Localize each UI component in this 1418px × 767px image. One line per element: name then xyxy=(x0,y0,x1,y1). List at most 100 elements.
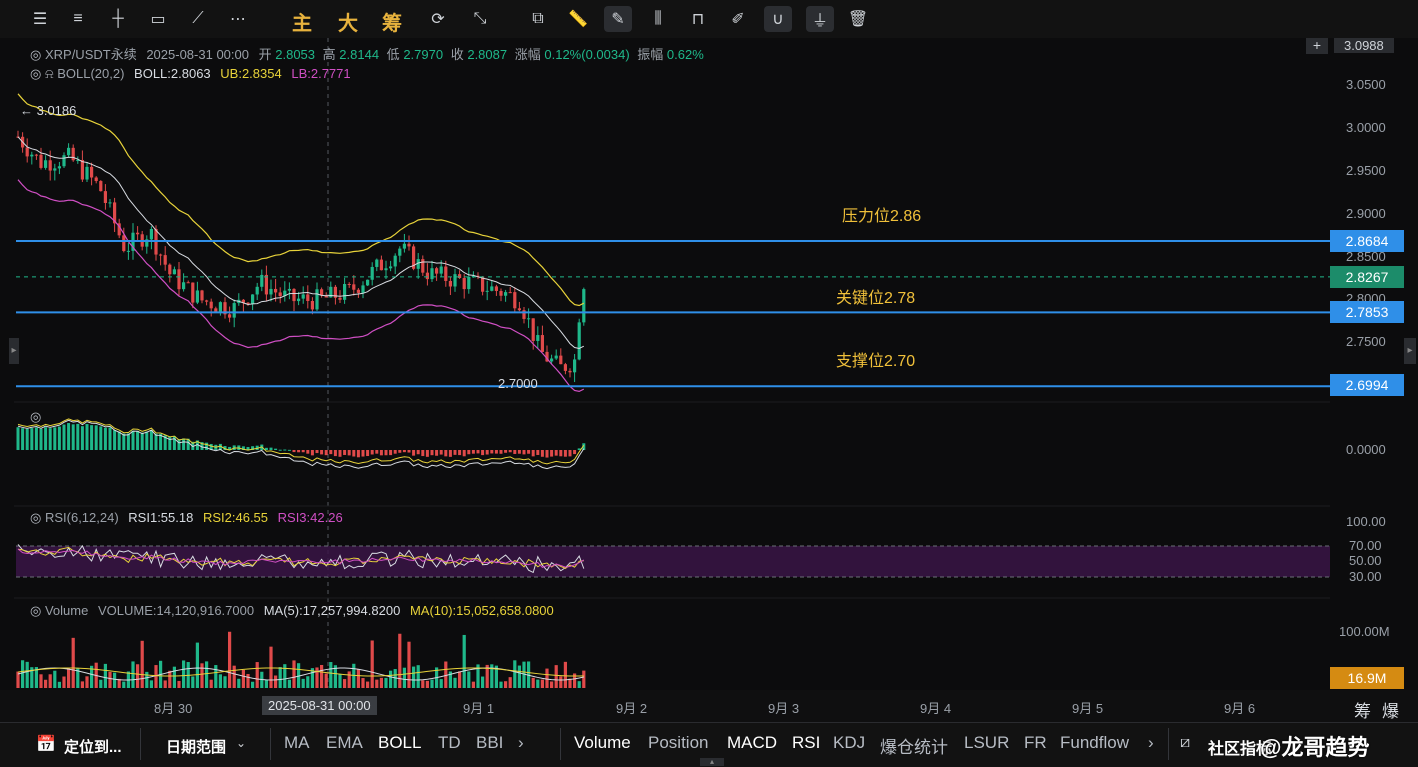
boll-lb-value: LB:2.7771 xyxy=(291,66,351,81)
expand-handle-icon[interactable]: ▴ xyxy=(700,758,724,766)
tab-ema[interactable]: EMA xyxy=(326,733,363,753)
volume-bar xyxy=(274,675,278,688)
horizontal-line-icon[interactable]: ┼ xyxy=(104,6,132,32)
volume-ma10: MA(10):15,052,658.0800 xyxy=(409,603,554,618)
volume-legend[interactable]: ◎ Volume VOLUME:14,120,916.7000 MA(5):17… xyxy=(30,603,554,619)
calendar-icon[interactable]: 📅 xyxy=(36,734,56,754)
boll-legend[interactable]: ◎ ⍾ BOLL(20,2) BOLL:2.8063 UB:2.8354 LB:… xyxy=(30,66,351,82)
tab-boll[interactable]: BOLL xyxy=(378,733,421,753)
indicator-icon[interactable]: ⧄ xyxy=(1180,734,1190,752)
volume-bar xyxy=(425,680,429,688)
eye-icon[interactable]: ◎ xyxy=(30,47,45,62)
filter-icon[interactable]: ⏚ xyxy=(806,6,834,32)
chart-canvas[interactable] xyxy=(0,38,1330,690)
right-collapse-icon[interactable]: ▸ xyxy=(1404,338,1416,364)
candle-body xyxy=(485,290,489,292)
rsi-tick: 70.00 xyxy=(1349,538,1382,553)
tab-position[interactable]: Position xyxy=(648,733,708,753)
tab-lsur[interactable]: LSUR xyxy=(964,733,1009,753)
macd-bar xyxy=(205,442,209,450)
collapse-icon[interactable]: ◎ xyxy=(30,603,45,618)
key-price-label[interactable]: 2.7853 xyxy=(1330,301,1404,323)
volume-bar xyxy=(177,680,181,688)
volume-bar xyxy=(508,677,512,688)
lock-icon[interactable]: ⊓ xyxy=(684,6,712,32)
alert-icon[interactable]: ⍾ xyxy=(45,66,54,81)
chevron-down-icon[interactable]: ⌄ xyxy=(236,736,246,750)
candle-body xyxy=(278,292,282,296)
menu-icon[interactable]: ☰ xyxy=(26,6,54,32)
support-price-label[interactable]: 2.6994 xyxy=(1330,374,1404,396)
candle-body xyxy=(347,284,351,286)
candle-body xyxy=(57,166,61,169)
tab-liquidation[interactable]: 爆仓统计 xyxy=(880,733,948,758)
locate-button[interactable]: 定位到... xyxy=(64,736,122,757)
edit-icon[interactable]: ✐ xyxy=(724,6,752,32)
tab-td[interactable]: TD xyxy=(438,733,461,753)
main-force-button[interactable]: 主 xyxy=(292,7,312,36)
macd-bar xyxy=(352,450,356,457)
volume-bar xyxy=(499,681,503,688)
macd-bar xyxy=(85,424,89,450)
candle-body xyxy=(159,254,163,256)
macd-bar xyxy=(407,450,411,453)
volume-bar xyxy=(430,679,434,688)
price-axis[interactable] xyxy=(1330,38,1418,690)
trendline-icon[interactable]: ⟋ xyxy=(184,6,212,32)
candle-body xyxy=(71,147,75,161)
add-icon[interactable]: + xyxy=(1306,38,1328,54)
list-icon[interactable]: ≡ xyxy=(64,6,92,32)
tab-kdj[interactable]: KDJ xyxy=(833,733,865,753)
rsi-tick: 50.00 xyxy=(1349,553,1382,568)
collapse-icon[interactable]: ◎ xyxy=(30,66,45,81)
more-icon[interactable]: ⋯ xyxy=(224,6,252,32)
tab-rsi[interactable]: RSI xyxy=(792,733,820,753)
volume-bar xyxy=(471,681,475,688)
tab-fr[interactable]: FR xyxy=(1024,733,1047,753)
macd-bar xyxy=(545,450,549,458)
date-range-button[interactable]: 日期范围 xyxy=(166,736,226,757)
candles-icon[interactable]: ⫼ xyxy=(644,6,672,32)
tab-macd[interactable]: MACD xyxy=(727,733,777,753)
liquidation-corner-button[interactable]: 爆 xyxy=(1382,697,1399,722)
chevron-right-icon[interactable]: › xyxy=(518,733,524,753)
macd-bar xyxy=(90,425,94,450)
candle-body xyxy=(108,202,112,204)
trash-icon[interactable]: 🗑 xyxy=(844,6,872,32)
tab-fundflow[interactable]: Fundflow xyxy=(1060,733,1129,753)
boll-upper-band xyxy=(17,93,585,307)
macd-bar xyxy=(563,450,567,457)
replace-icon[interactable]: ⟳ xyxy=(424,6,452,32)
candle-body xyxy=(384,268,388,271)
pen-icon[interactable]: ✎ xyxy=(604,6,632,32)
macd-bar xyxy=(444,450,448,457)
tab-ma[interactable]: MA xyxy=(284,733,310,753)
rsi-legend[interactable]: ◎ RSI(6,12,24) RSI1:55.18 RSI2:46.55 RSI… xyxy=(30,510,343,526)
ruler-icon[interactable]: 📏 xyxy=(564,6,592,32)
measure-icon[interactable]: ⤡ xyxy=(466,6,494,32)
copy-icon[interactable]: ⧉ xyxy=(524,6,552,32)
chip-button[interactable]: 筹 xyxy=(382,7,402,36)
candle-body xyxy=(504,292,508,296)
macd-bar xyxy=(103,427,107,450)
macd-bar xyxy=(550,450,554,457)
chevron-right-icon[interactable]: › xyxy=(1148,733,1154,753)
large-order-button[interactable]: 大 xyxy=(338,7,358,36)
volume-bar xyxy=(278,667,282,688)
resistance-price-label[interactable]: 2.8684 xyxy=(1330,230,1404,252)
volume-bar xyxy=(62,676,66,688)
x-tick: 8月 30 xyxy=(154,701,193,716)
tab-volume[interactable]: Volume xyxy=(574,733,631,753)
magnet-icon[interactable]: ∪ xyxy=(764,6,792,32)
candle-body xyxy=(338,297,342,300)
macd-expand-icon[interactable]: ◎ xyxy=(30,409,41,425)
collapse-icon[interactable]: ◎ xyxy=(30,510,45,525)
candle-body xyxy=(103,191,107,204)
rectangle-icon[interactable]: ▭ xyxy=(144,6,172,32)
macd-bar xyxy=(154,433,158,450)
macd-bar xyxy=(149,430,153,450)
left-collapse-icon[interactable]: ▸ xyxy=(9,338,19,364)
volume-bar xyxy=(200,663,204,688)
tab-bbi[interactable]: BBI xyxy=(476,733,503,753)
chip-corner-button[interactable]: 筹 xyxy=(1354,697,1371,722)
